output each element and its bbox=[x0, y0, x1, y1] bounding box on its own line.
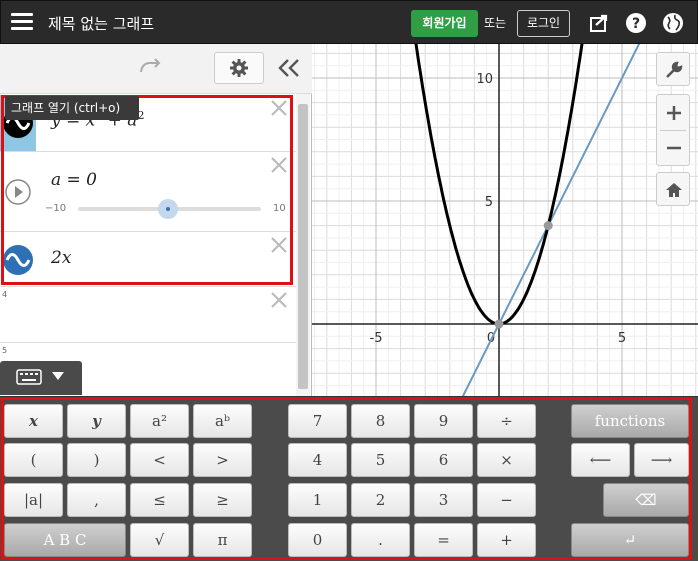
keyboard-toggle-button[interactable] bbox=[0, 361, 82, 395]
menu-icon[interactable] bbox=[11, 12, 33, 32]
slider-handle[interactable] bbox=[158, 199, 178, 219]
help-icon[interactable]: ? bbox=[624, 11, 648, 35]
right-arrow-key[interactable]: ⟶ bbox=[634, 443, 689, 477]
expression-row-4[interactable]: 4 bbox=[0, 287, 296, 343]
expression-row-3[interactable]: 2x bbox=[0, 232, 296, 287]
key-left-1-3[interactable]: > bbox=[193, 443, 252, 477]
num-key-3[interactable]: 3 bbox=[414, 483, 473, 517]
graph-settings-button[interactable] bbox=[656, 52, 690, 86]
intersection-point[interactable] bbox=[543, 221, 553, 231]
key-1[interactable]: √ bbox=[130, 523, 189, 557]
slider-min-label[interactable]: −10 bbox=[45, 203, 66, 214]
home-icon bbox=[666, 183, 682, 197]
expression-scrollbar-thumb[interactable] bbox=[298, 104, 308, 389]
num-key-6[interactable]: 6 bbox=[414, 443, 473, 477]
key-2[interactable]: π bbox=[193, 523, 252, 557]
x-tick-label: -5 bbox=[370, 331, 383, 346]
num-key-+[interactable]: + bbox=[477, 523, 536, 557]
login-button[interactable]: 로그인 bbox=[517, 10, 570, 37]
num-key-÷[interactable]: ÷ bbox=[477, 404, 536, 438]
graph-color-blue-icon[interactable] bbox=[2, 244, 34, 276]
slider-expression-math[interactable]: a = 0 bbox=[51, 170, 97, 190]
delete-expression-icon[interactable] bbox=[270, 156, 288, 174]
keyboard-icon bbox=[16, 369, 42, 385]
num-key-=[interactable]: = bbox=[414, 523, 473, 557]
left-arrow-key[interactable]: ⟵ bbox=[571, 443, 630, 477]
key-left-2-3[interactable]: ≥ bbox=[193, 483, 252, 517]
signup-button[interactable]: 회원가입 bbox=[411, 10, 478, 37]
chevron-down-icon bbox=[52, 372, 64, 380]
collapse-panel-icon[interactable] bbox=[274, 56, 304, 80]
row-number: 5 bbox=[2, 346, 8, 355]
delete-expression-icon[interactable] bbox=[270, 291, 288, 309]
expression-math[interactable]: 2x bbox=[51, 248, 71, 268]
default-view-button[interactable] bbox=[656, 172, 690, 206]
num-key-8[interactable]: 8 bbox=[351, 404, 410, 438]
zoom-controls bbox=[656, 94, 690, 166]
globe-icon[interactable] bbox=[661, 11, 685, 35]
expression-row-2[interactable]: a = 0 −10 10 bbox=[0, 152, 296, 232]
key-left-2-2[interactable]: ≤ bbox=[130, 483, 189, 517]
play-slider-icon[interactable] bbox=[4, 178, 32, 206]
graph-canvas[interactable]: -505510 bbox=[312, 44, 698, 399]
expression-toolbar bbox=[0, 44, 312, 94]
graph-title[interactable]: 제목 없는 그래프 bbox=[48, 13, 154, 34]
key-left-1-1[interactable]: ) bbox=[67, 443, 126, 477]
key-left-0-0[interactable]: x bbox=[4, 404, 63, 438]
settings-button[interactable] bbox=[214, 52, 264, 84]
key-left-2-1[interactable]: , bbox=[67, 483, 126, 517]
row-number: 4 bbox=[2, 290, 8, 299]
backspace-key[interactable]: ⌫ bbox=[603, 483, 689, 517]
y-tick-label: 10 bbox=[476, 72, 493, 87]
redo-icon[interactable] bbox=[138, 58, 164, 76]
open-graph-tooltip: 그래프 열기 (ctrl+o) bbox=[5, 96, 139, 120]
key-left-1-2[interactable]: < bbox=[130, 443, 189, 477]
top-bar: 제목 없는 그래프 회원가입 또는 로그인 ? bbox=[0, 0, 698, 44]
functions-key[interactable]: functions bbox=[571, 404, 689, 438]
origin-point[interactable] bbox=[494, 319, 504, 329]
num-key-2[interactable]: 2 bbox=[351, 483, 410, 517]
num-key-.[interactable]: . bbox=[351, 523, 410, 557]
key-left-2-0[interactable]: |a| bbox=[4, 483, 63, 517]
abc-key[interactable]: A B C bbox=[4, 523, 126, 557]
svg-text:?: ? bbox=[632, 16, 640, 32]
wrench-icon bbox=[666, 61, 683, 78]
key-left-0-2[interactable]: a² bbox=[130, 404, 189, 438]
num-key-7[interactable]: 7 bbox=[288, 404, 347, 438]
math-keypad: x y a² aᵇ () < > |a|, ≤ ≥ A B C √ π 7 8 9 ÷ 4 5 6 × 1 2 3− 0. = + f… bbox=[0, 396, 698, 561]
key-left-0-1[interactable]: y bbox=[67, 404, 126, 438]
zoom-out-icon[interactable] bbox=[665, 139, 683, 157]
zoom-in-icon[interactable] bbox=[665, 104, 683, 122]
num-key-1[interactable]: 1 bbox=[288, 483, 347, 517]
key-left-0-3[interactable]: aᵇ bbox=[193, 404, 252, 438]
num-key-0[interactable]: 0 bbox=[288, 523, 347, 557]
or-label: 또는 bbox=[484, 16, 507, 30]
x-tick-label: 5 bbox=[618, 331, 626, 346]
num-key-9[interactable]: 9 bbox=[414, 404, 473, 438]
graph-svg[interactable]: -505510 bbox=[312, 44, 698, 399]
num-key-4[interactable]: 4 bbox=[288, 443, 347, 477]
num-key-−[interactable]: − bbox=[477, 483, 536, 517]
enter-key[interactable]: ↵ bbox=[571, 523, 689, 557]
share-icon[interactable] bbox=[587, 11, 611, 35]
slider-max-label[interactable]: 10 bbox=[273, 203, 286, 214]
y-tick-label: 5 bbox=[485, 195, 493, 210]
gear-icon bbox=[230, 59, 248, 77]
num-key-×[interactable]: × bbox=[477, 443, 536, 477]
key-left-1-0[interactable]: ( bbox=[4, 443, 63, 477]
expression-panel: 그래프 열기 (ctrl+o) y = x2 + a2 a = 0 −10 10 bbox=[0, 44, 312, 399]
num-key-5[interactable]: 5 bbox=[351, 443, 410, 477]
delete-expression-icon[interactable] bbox=[270, 236, 288, 254]
delete-expression-icon[interactable] bbox=[270, 99, 288, 117]
